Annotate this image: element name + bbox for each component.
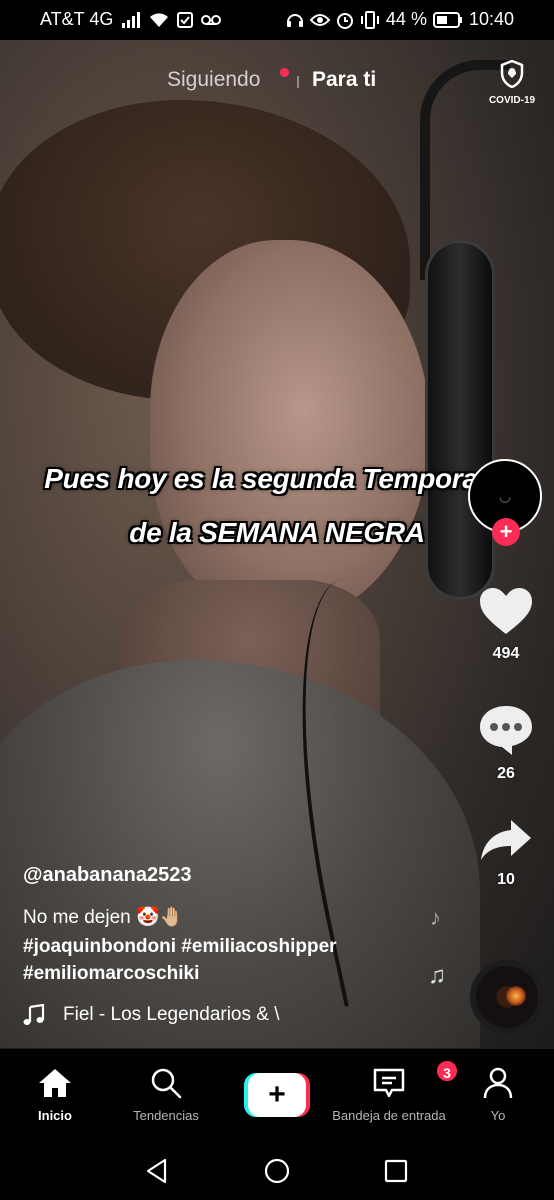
floating-note-icon-2: ♫: [428, 962, 446, 989]
status-left: AT&T 4G: [40, 9, 222, 30]
share-arrow-icon: [479, 818, 533, 862]
home-icon: [37, 1067, 73, 1099]
hashtags-line1[interactable]: #joaquinbondoni #emiliacoshipper: [23, 933, 443, 960]
comment-icon: [478, 704, 534, 756]
wifi-icon: [149, 12, 169, 28]
nav-inbox[interactable]: 3 Bandeja de entrada: [330, 1059, 459, 1123]
avatar-image: ◡: [498, 487, 512, 504]
creator-username[interactable]: @anabanana2523: [23, 860, 443, 890]
status-right: 44 % 10:40: [286, 9, 514, 30]
covid-label: COVID-19: [488, 95, 536, 106]
nav-profile-label: Yo: [490, 1108, 506, 1123]
follow-button[interactable]: +: [492, 518, 520, 546]
video-scene-face: [150, 240, 430, 620]
system-nav-bar: [0, 1140, 554, 1200]
plus-icon: +: [248, 1073, 306, 1117]
tab-for-you[interactable]: Para ti: [312, 68, 376, 92]
inbox-badge: 3: [435, 1059, 459, 1083]
nav-profile[interactable]: Yo: [473, 1067, 523, 1123]
disc-artwork: [506, 986, 526, 1006]
clock: 10:40: [468, 9, 514, 29]
nav-inbox-label: Bandeja de entrada: [332, 1108, 446, 1123]
nav-home-label: Inicio: [38, 1108, 72, 1123]
headset-icon: [286, 11, 304, 29]
nav-trending[interactable]: Tendencias: [122, 1067, 210, 1123]
tab-divider: [297, 76, 299, 88]
battery-icon: [432, 11, 463, 28]
floating-note-icon: ♪: [430, 905, 441, 930]
create-button[interactable]: +: [244, 1073, 310, 1117]
post-description: No me dejen 🤡🤚🏼: [23, 907, 184, 928]
nav-home[interactable]: Inicio: [26, 1067, 84, 1123]
status-bar: AT&T 4G 44 % 10:40: [0, 0, 554, 40]
shield-icon: [500, 60, 524, 88]
music-title: Fiel - Los Legendarios & \: [63, 1004, 280, 1025]
feed-tabs: Siguiendo Para ti: [0, 68, 554, 98]
like-count: 494: [492, 645, 520, 662]
inbox-icon: 3: [372, 1059, 459, 1099]
nav-trending-label: Tendencias: [133, 1108, 199, 1123]
voicemail-icon: [201, 14, 222, 26]
comment-button[interactable]: 26: [468, 704, 544, 783]
search-icon: [150, 1067, 182, 1099]
recents-icon[interactable]: [383, 1158, 409, 1184]
music-disc[interactable]: [470, 960, 544, 1034]
battery-percent: 44 %: [385, 9, 427, 29]
comment-count: 26: [497, 765, 515, 782]
signal-icon: [121, 11, 141, 28]
hashtags-line2[interactable]: #emiliomarcoschiki: [23, 960, 443, 987]
music-note-icon: [23, 1004, 45, 1026]
share-button[interactable]: 10: [468, 818, 544, 889]
back-icon[interactable]: [144, 1158, 170, 1184]
message-icon: [177, 11, 194, 28]
bottom-nav: Inicio Tendencias + 3 Bandeja de entrada…: [0, 1048, 554, 1140]
person-icon: [483, 1067, 513, 1099]
share-count: 10: [497, 871, 515, 888]
heart-icon: [478, 586, 534, 636]
carrier-label: AT&T 4G: [40, 9, 114, 29]
alarm-icon: [336, 11, 354, 29]
following-notification-dot: [280, 68, 289, 77]
vibrate-icon: [360, 10, 380, 29]
eye-icon: [309, 13, 330, 27]
post-meta: @anabanana2523 No me dejen 🤡🤚🏼 #joaquinb…: [23, 860, 443, 987]
home-circle-icon[interactable]: [264, 1158, 290, 1184]
video-caption-line2: de la SEMANA NEGRA: [129, 517, 425, 548]
covid-button[interactable]: COVID-19: [484, 60, 540, 106]
tab-following[interactable]: Siguiendo: [167, 68, 260, 92]
like-button[interactable]: 494: [468, 586, 544, 663]
music-info[interactable]: Fiel - Los Legendarios & \: [23, 1004, 280, 1026]
